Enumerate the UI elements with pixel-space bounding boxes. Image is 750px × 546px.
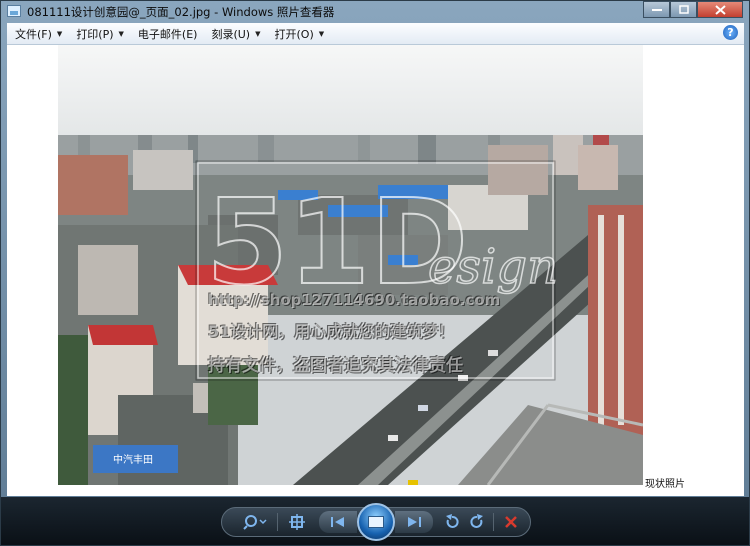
rotate-counterclockwise-icon (446, 514, 459, 528)
menu-burn-label: 刻录(U) (211, 27, 251, 41)
actual-size-icon (289, 514, 305, 530)
menu-print-label: 打印(P) (76, 27, 114, 41)
divider (277, 513, 278, 531)
photo-viewer-window: 081111设计创意园@_页面_02.jpg - Windows 照片查看器 文… (0, 0, 750, 546)
previous-icon (331, 517, 344, 527)
menu-file[interactable]: 文件(F) ▼ (7, 26, 68, 42)
chevron-down-icon: ▼ (255, 29, 261, 38)
slideshow-icon (368, 516, 384, 528)
chevron-down-icon: ▼ (56, 29, 63, 38)
menu-email-label: 电子邮件(E) (137, 27, 198, 41)
chevron-down-icon: ▼ (118, 29, 124, 38)
previous-button[interactable] (319, 511, 357, 533)
watermark-url: http://shop127114690.taobao.com (208, 291, 501, 309)
rotate-clockwise-icon (470, 514, 483, 528)
photo-caption: 现状照片 (645, 479, 685, 490)
menu-bar: 文件(F) ▼ 打印(P) ▼ 电子邮件(E) 刻录(U) ▼ 打开(O) ▼ ? (7, 23, 744, 45)
window-title: 081111设计创意园@_页面_02.jpg - Windows 照片查看器 (27, 5, 335, 19)
minimize-icon (651, 8, 662, 11)
next-button[interactable] (395, 511, 433, 533)
window-controls (643, 1, 743, 19)
photo[interactable]: 中汽丰田 51D esign http://shop127114690.taob… (58, 45, 643, 485)
menu-email[interactable]: 电子邮件(E) (130, 26, 204, 42)
help-icon[interactable]: ? (723, 25, 738, 40)
close-icon (714, 4, 726, 15)
slideshow-button[interactable] (357, 503, 395, 541)
rotate-clockwise-button[interactable] (467, 511, 487, 533)
svg-text:esign: esign (428, 239, 558, 295)
divider (493, 513, 494, 531)
menu-open[interactable]: 打开(O) ▼ (267, 26, 331, 42)
menu-file-label: 文件(F) (15, 27, 52, 41)
image-display-area: 中汽丰田 51D esign http://shop127114690.taob… (7, 45, 744, 496)
actual-size-button[interactable] (286, 511, 308, 533)
control-bar (1, 497, 749, 545)
rotate-counterclockwise-button[interactable] (442, 511, 462, 533)
watermark-slogan: 51设计网，用心成就您的建筑梦！ (208, 322, 455, 341)
watermark-warning: 持有文件，盗图者追究其法律责任 (208, 356, 463, 376)
maximize-icon (678, 5, 689, 14)
zoom-icon (243, 515, 267, 530)
minimize-button[interactable] (643, 1, 670, 18)
delete-button[interactable] (501, 511, 521, 533)
next-icon (408, 517, 421, 527)
watermark: 51D esign http://shop127114690.taobao.co… (58, 45, 643, 485)
delete-icon (505, 516, 517, 528)
watermark-logo-icon: 51D esign (195, 160, 559, 381)
close-button[interactable] (697, 1, 743, 18)
menu-open-label: 打开(O) (274, 27, 314, 41)
title-bar[interactable]: 081111设计创意园@_页面_02.jpg - Windows 照片查看器 (1, 1, 749, 23)
photo-app-icon (7, 5, 21, 17)
chevron-down-icon: ▼ (318, 29, 325, 38)
maximize-button[interactable] (670, 1, 697, 18)
menu-burn[interactable]: 刻录(U) ▼ (203, 26, 266, 42)
zoom-button[interactable] (241, 511, 269, 533)
menu-print[interactable]: 打印(P) ▼ (68, 26, 130, 42)
